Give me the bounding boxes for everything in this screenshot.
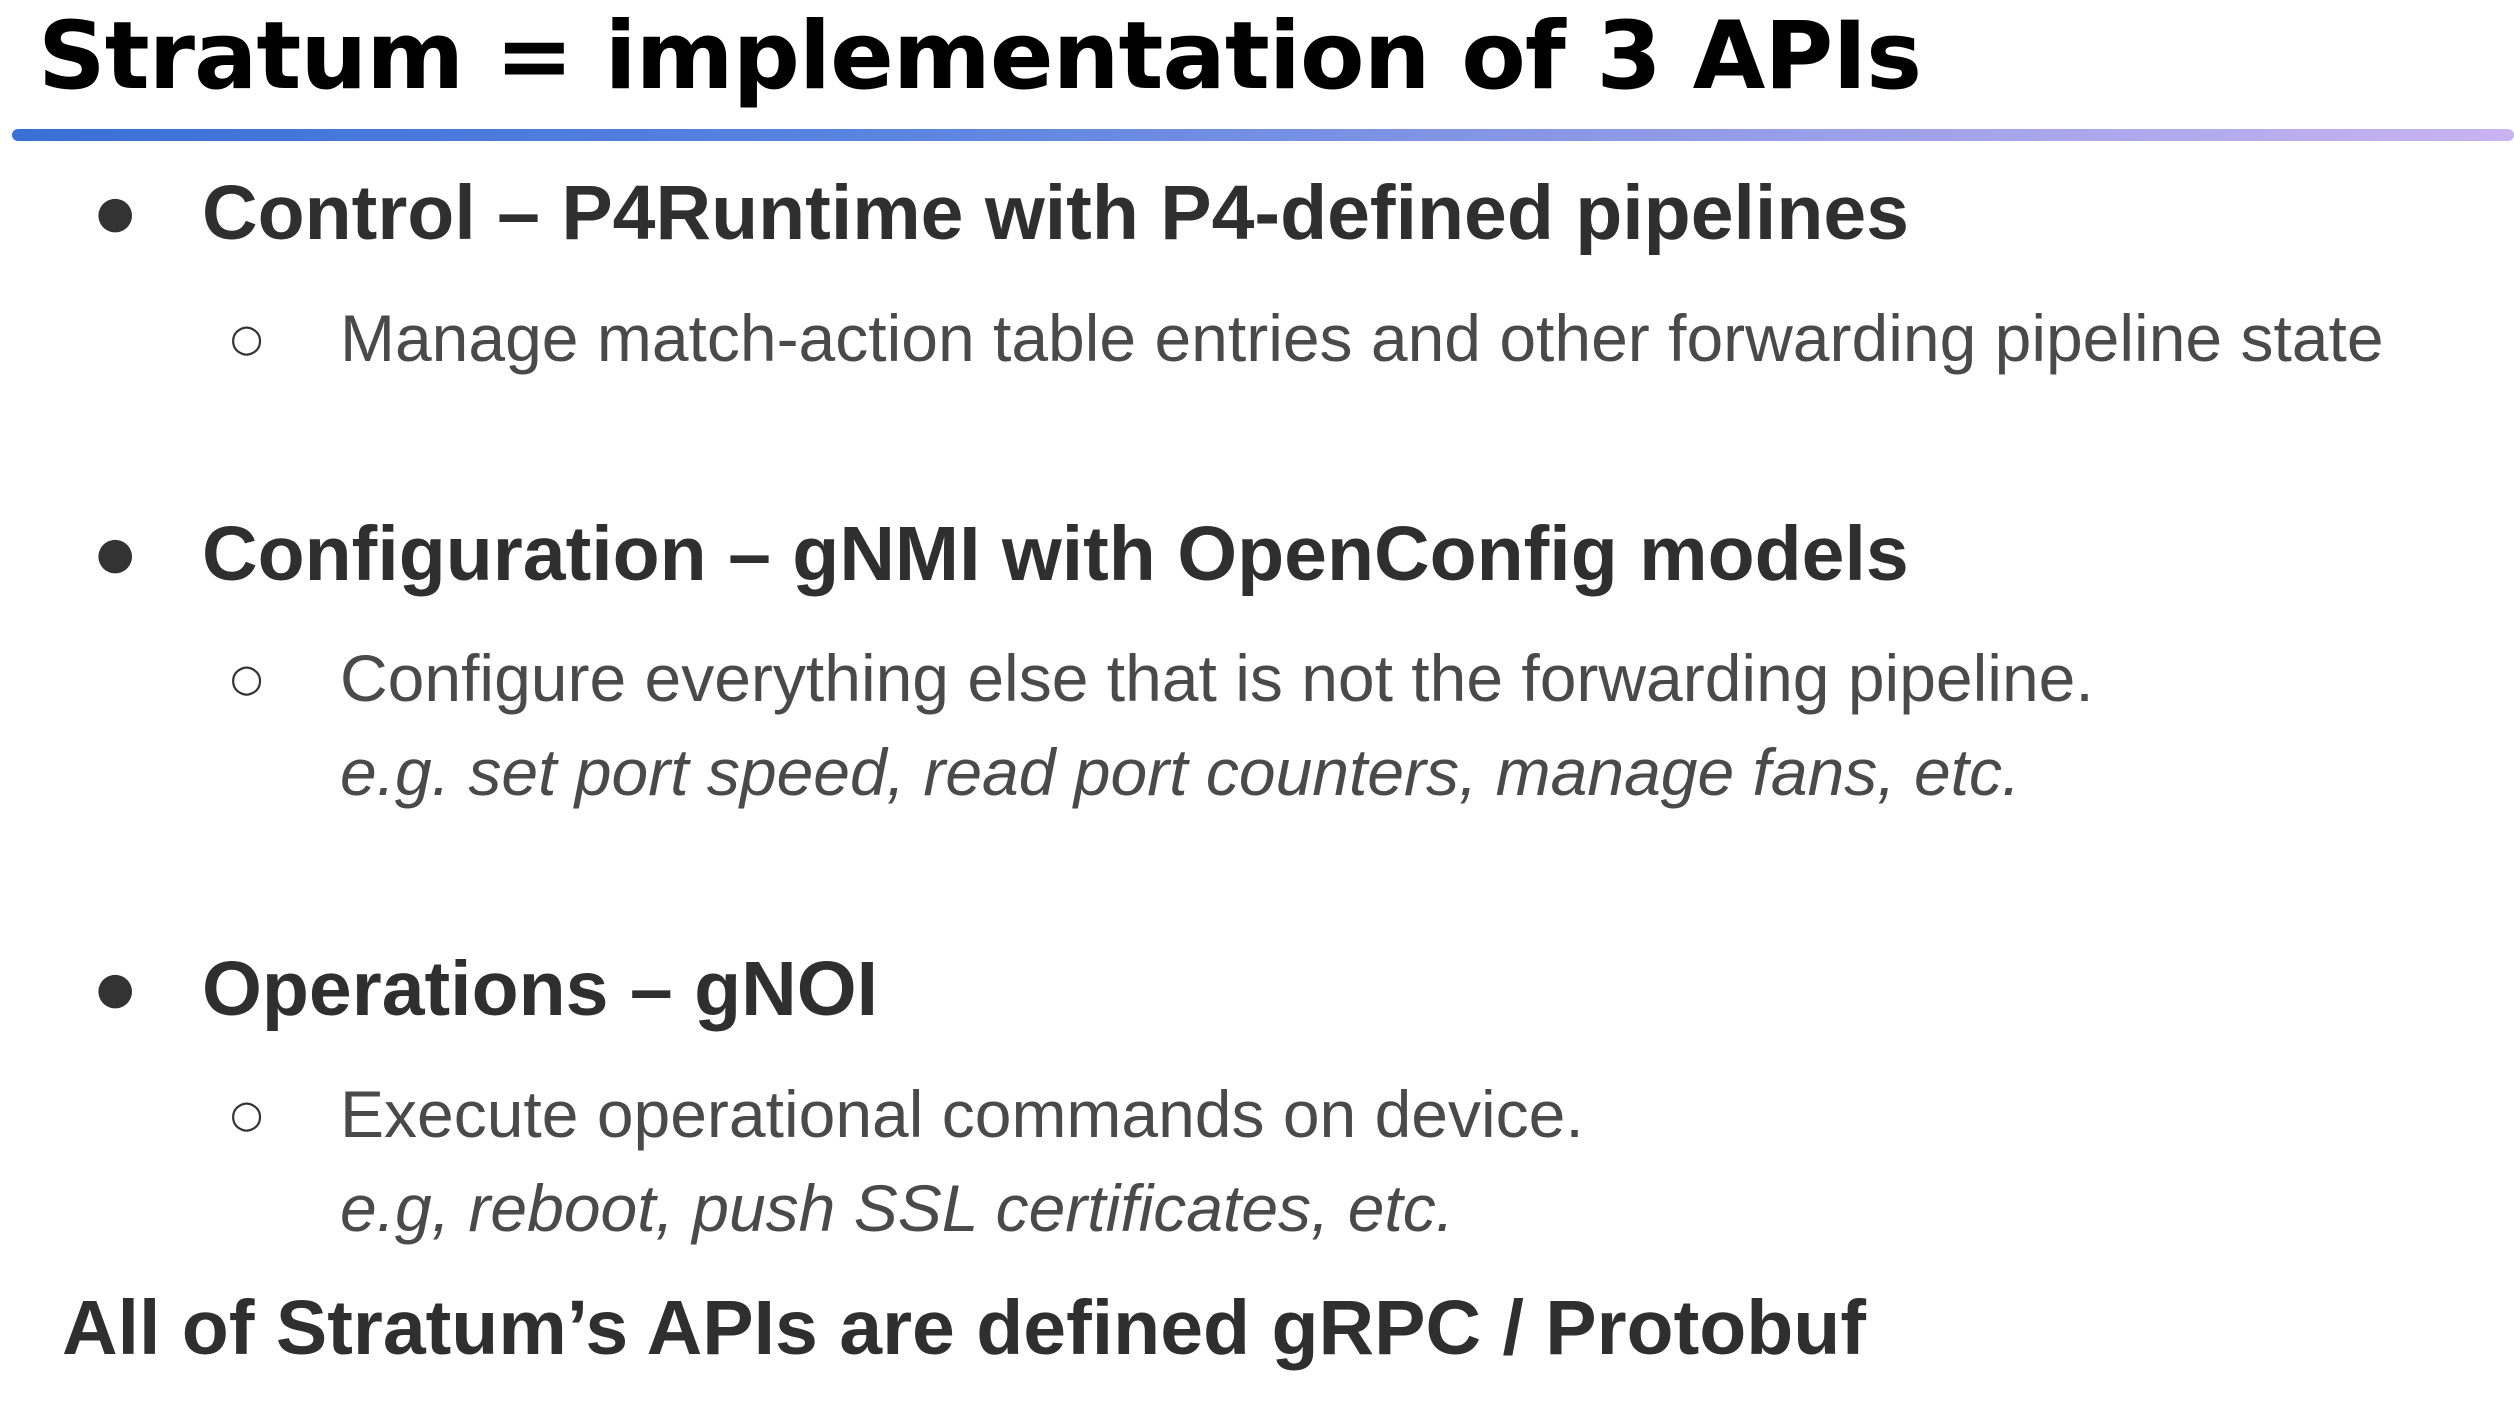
bullet-detail-operations: Execute operational commands on device. [340, 1077, 1584, 1151]
bullet-heading-control: Control – P4Runtime with P4-defined pipe… [202, 170, 1910, 256]
bullet-control: ● Control – P4Runtime with P4-defined pi… [96, 168, 1910, 258]
bullet-marker: ● [96, 187, 135, 238]
bullet-marker: ● [96, 528, 135, 579]
bullet-heading-operations: Operations – gNOI [202, 946, 879, 1032]
bullet-configuration: ● Configuration – gNMI with OpenConfig m… [96, 509, 1909, 599]
footer-statement: All of Stratum’s APIs are defined gRPC /… [62, 1285, 1866, 1371]
bullet-example-configuration: e.g. set port speed, read port counters,… [340, 735, 2021, 809]
sub-bullet-marker: ○ [230, 656, 264, 700]
bullet-example-operations: e.g, reboot, push SSL certificates, etc. [340, 1171, 1455, 1245]
bullet-heading-configuration: Configuration – gNMI with OpenConfig mod… [202, 511, 1909, 597]
bullet-operations: ● Operations – gNOI [96, 944, 879, 1034]
bullet-detail-control: Manage match-action table entries and ot… [340, 301, 2384, 375]
bullet-marker: ● [96, 963, 135, 1014]
sub-bullet-configuration: ○ Configure everything else that is not … [230, 638, 2094, 812]
sub-bullet-control: ○ Manage match-action table entries and … [230, 298, 2384, 378]
sub-bullet-marker: ○ [230, 316, 264, 360]
bullet-detail-configuration: Configure everything else that is not th… [340, 641, 2094, 715]
sub-bullet-operations: ○ Execute operational commands on device… [230, 1074, 1584, 1248]
slide-title: Stratum = implementation of 3 APIs [38, 2, 1922, 111]
sub-bullet-marker: ○ [230, 1092, 264, 1136]
title-underline [12, 129, 2514, 141]
